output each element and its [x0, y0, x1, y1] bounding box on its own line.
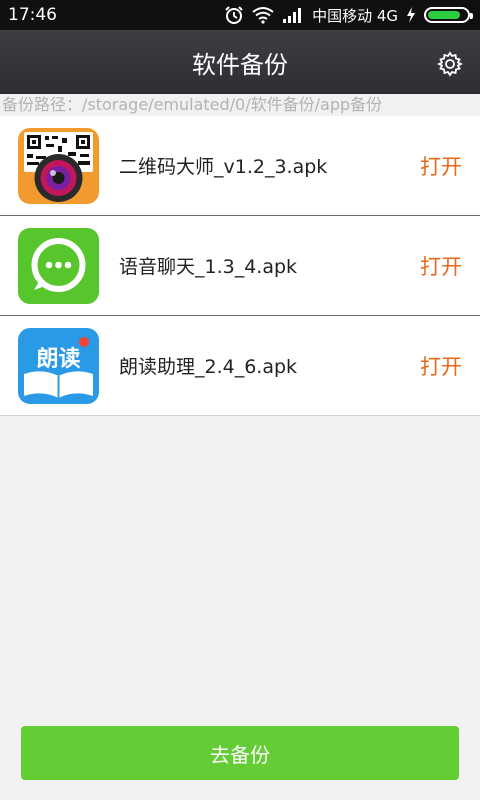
go-backup-button[interactable]: 去备份 [21, 726, 459, 780]
status-icons: 中国移动 4G [224, 5, 473, 26]
list-item: 二维码大师_v1.2_3.apk 打开 [0, 116, 480, 216]
open-button[interactable]: 打开 [418, 343, 464, 389]
battery-tip [470, 13, 473, 19]
gear-icon[interactable] [436, 50, 464, 78]
app-file-name: 二维码大师_v1.2_3.apk [119, 156, 328, 178]
chat-bubble-app-icon [18, 227, 99, 304]
backup-path-label: 备份路径：/storage/emulated/0/软件备份/app备份 [0, 94, 480, 116]
status-bar: 17:46 中国移动 4G [0, 0, 480, 30]
reading-book-app-icon: 朗读 [18, 327, 99, 404]
battery-level-fill [428, 11, 461, 19]
page-title: 软件备份 [192, 50, 288, 79]
list-item: 朗读 朗读助理_2.4_6.apk 打开 [0, 316, 480, 416]
title-bar: 软件备份 [0, 30, 480, 94]
alarm-icon [224, 5, 244, 25]
qr-camera-app-icon [18, 127, 99, 204]
status-time: 17:46 [8, 5, 57, 25]
charging-icon [406, 7, 416, 23]
wifi-icon [252, 6, 274, 24]
app-list: 二维码大师_v1.2_3.apk 打开 语音聊天_1.3_4.apk 打开 朗读 [0, 116, 480, 416]
list-item: 语音聊天_1.3_4.apk 打开 [0, 216, 480, 316]
app-file-name: 朗读助理_2.4_6.apk [119, 356, 298, 378]
signal-icon [282, 7, 304, 23]
open-button[interactable]: 打开 [418, 243, 464, 289]
carrier-label: 中国移动 4G [312, 6, 398, 25]
battery-icon [424, 7, 473, 23]
open-button[interactable]: 打开 [418, 143, 464, 189]
app-file-name: 语音聊天_1.3_4.apk [119, 256, 298, 278]
reading-icon-text: 朗读 [36, 346, 81, 372]
